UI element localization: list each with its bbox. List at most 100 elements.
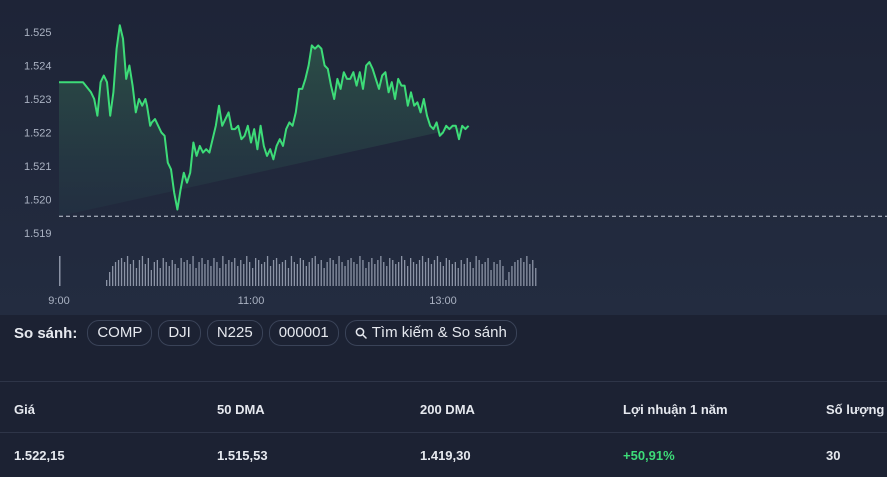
volume-bar [320,260,322,286]
volume-bar [368,262,370,286]
y-tick-label: 1.520 [24,195,52,207]
volume-bar [487,258,489,286]
volume-bar [472,268,474,286]
volume-bar [314,256,316,286]
volume-bar [165,262,167,286]
volume-bar [123,262,126,286]
volume-bar [407,266,409,286]
volume-bar [430,264,433,286]
volume-bar [466,258,468,286]
volume-bar [162,258,164,286]
volume-bar [138,260,141,286]
search-compare-label: Tìm kiếm & So sánh [371,324,507,341]
volume-bar [329,258,331,286]
y-tick-label: 1.524 [24,61,52,73]
volume-bar [377,260,379,286]
volume-bar [421,256,424,286]
compare-chip-000001[interactable]: 000001 [268,320,339,346]
volume-bar [153,262,155,286]
compare-chip-dji[interactable]: DJI [158,320,201,346]
price-chart[interactable]: 1.525 1.524 1.523 1.522 1.521 1.520 1.519 9:00 1… [0,0,887,315]
volume-bar [395,264,397,286]
volume-bar [281,262,284,286]
volume-bar [195,268,197,286]
volume-bar [326,262,328,286]
volume-bar [335,264,337,286]
volume-bar [514,262,516,286]
volume-bar [210,266,212,286]
volume-bar [186,260,188,286]
volume-bar [526,256,528,286]
volume-bar [284,260,287,286]
volume-bar [505,280,507,286]
volume-bar [311,258,313,286]
volume-bar [109,272,111,286]
y-tick-label: 1.519 [24,228,52,240]
chart-svg[interactable]: 1.525 1.524 1.523 1.522 1.521 1.520 1.519 9:00 1… [0,0,887,315]
volume-bar [341,262,343,286]
stat-value-200dma: 1.419,30 [420,448,471,463]
volume-bar [535,268,537,286]
volume-bar [261,264,263,286]
volume-bar [499,260,501,286]
volume-bar [255,258,257,286]
volume-bar [380,256,382,286]
table-divider [0,432,887,433]
volume-bar [454,262,456,286]
volume-bar [508,272,510,286]
x-tick-label: 13:00 [429,295,457,307]
x-tick-label: 9:00 [48,295,69,307]
volume-bar [225,264,227,286]
volume-bar [299,258,301,286]
volume-bar [496,264,498,286]
volume-bar [141,256,144,286]
y-tick-label: 1.523 [24,94,52,106]
volume-bar [383,262,385,286]
volume-bar [347,260,349,286]
volume-bar [362,260,364,286]
volume-bar [404,260,406,286]
volume-bar [159,268,161,286]
volume-bar [258,260,260,286]
compare-chip-n225[interactable]: N225 [206,320,263,346]
volume-bar [365,268,367,286]
volume-bar [386,266,388,286]
stat-header-quantity: Số lượng [826,402,885,417]
volume-bar [144,264,146,286]
volume-bar [156,260,158,286]
volume-bar [493,262,495,286]
stat-value-50dma: 1.515,53 [217,448,268,463]
volume-bar [323,268,325,286]
search-compare-button[interactable]: Tìm kiếm & So sánh [344,320,517,346]
volume-bar [296,264,298,286]
volume-bar [332,260,334,286]
stat-header-1y-return: Lợi nhuận 1 năm [623,402,728,417]
volume-bar [305,266,307,286]
volume-bar [287,268,290,286]
volume-bar [484,262,486,286]
volume-bar [415,264,418,286]
stat-value-price: 1.522,15 [14,448,65,463]
volume-bar [272,260,275,286]
volume-bar [120,258,123,286]
volume-bar [392,260,394,286]
volume-bar [481,264,483,286]
volume-bar [401,256,403,286]
volume-bar [135,268,138,286]
volume-bar [398,262,400,286]
volume-bar [249,262,251,286]
volume-bar [338,256,340,286]
volume-bar [410,258,412,286]
volume-bar [353,262,355,286]
volume-bar [174,264,176,286]
volume-bar [511,266,513,286]
volume-bar [517,260,519,286]
volume-bar [290,256,293,286]
compare-bar: So sánh: COMP DJI N225 000001 Tìm kiếm &… [14,319,517,347]
volume-bar [308,262,310,286]
compare-chip-comp[interactable]: COMP [87,320,153,346]
y-tick-label: 1.521 [24,161,52,173]
volume-bar [240,260,242,286]
volume-bar [427,258,430,286]
compare-label: So sánh: [14,324,78,342]
